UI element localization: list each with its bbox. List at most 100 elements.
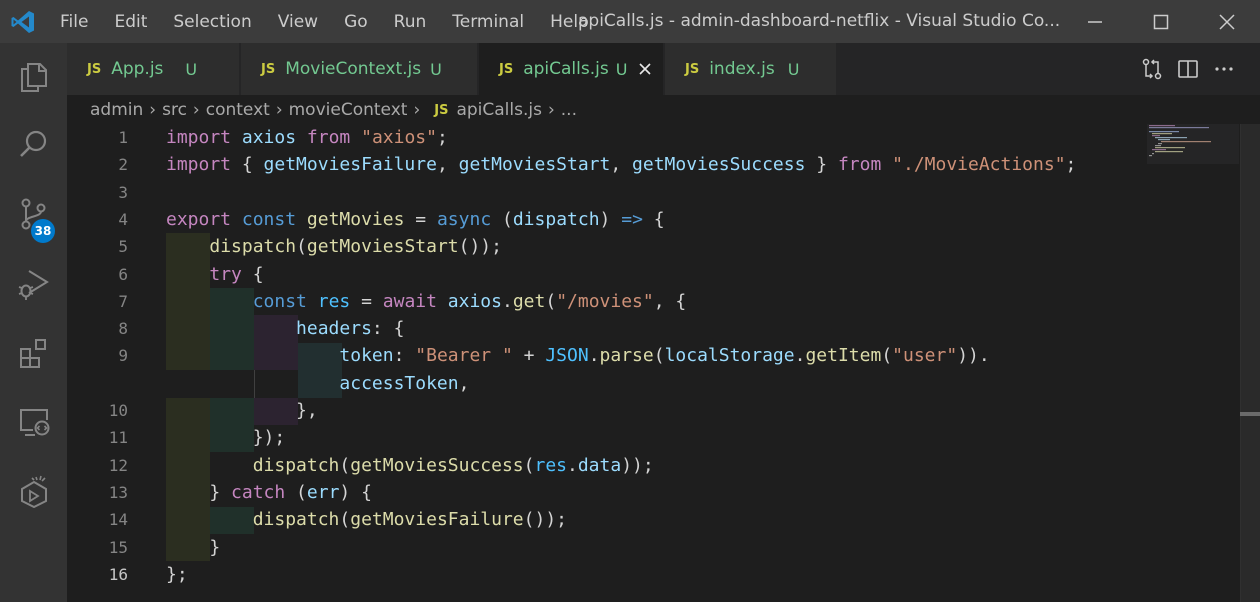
run-debug-icon (18, 270, 49, 300)
code-line: 11 }); (67, 424, 1207, 451)
chevron-right-icon: › (149, 100, 157, 120)
testing-button[interactable] (0, 459, 67, 523)
close-window-button[interactable] (1194, 0, 1260, 43)
code-line: 1 import axios from "axios"; (67, 124, 1207, 151)
breadcrumb-item[interactable]: movieContext (289, 100, 408, 120)
close-tab-icon[interactable] (637, 61, 653, 77)
line-number: 8 (118, 319, 128, 339)
line-number: 6 (118, 264, 128, 284)
chevron-right-icon: › (547, 100, 555, 120)
line-number: 3 (118, 182, 128, 202)
breadcrumb-file[interactable]: apiCalls.js (456, 100, 542, 120)
minimap[interactable] (1147, 124, 1239, 184)
menu-file[interactable]: File (47, 12, 101, 32)
breadcrumb-item[interactable]: context (206, 100, 270, 120)
code-line: 14 dispatch(getMoviesFailure()); (67, 506, 1207, 533)
js-file-icon: JS (499, 61, 514, 77)
vscode-logo-icon (11, 11, 34, 33)
menu-view[interactable]: View (265, 12, 331, 32)
tab-label: App.js (111, 59, 164, 79)
activity-bar: 38 (0, 43, 67, 602)
untracked-indicator: U (615, 59, 628, 79)
line-number: 5 (118, 237, 128, 257)
line-number: 13 (108, 482, 128, 502)
code-line: 2 import { getMoviesFailure, getMoviesSt… (67, 151, 1207, 178)
tab-apicalls-js[interactable]: JS apiCalls.js U (479, 43, 664, 95)
close-icon (1219, 13, 1235, 30)
code-line: 13 } catch (err) { (67, 479, 1207, 506)
code-line: 5 dispatch(getMoviesStart()); (67, 233, 1207, 260)
code-line: 3 (67, 179, 1207, 206)
tab-index-js[interactable]: JS index.js U (665, 43, 837, 95)
code-line: 8 headers: { (67, 315, 1207, 342)
explorer-icon (20, 63, 47, 92)
minimize-button[interactable] (1062, 0, 1128, 43)
window-title: apiCalls.js - admin-dashboard-netflix - … (578, 11, 1061, 31)
extensions-icon (19, 339, 46, 368)
code-line: 4 export const getMovies = async (dispat… (67, 206, 1207, 233)
extensions-button[interactable] (0, 321, 67, 385)
scrollbar-cursor-marker (1240, 412, 1260, 416)
line-number: 11 (108, 428, 128, 448)
chevron-right-icon: › (413, 100, 421, 120)
maximize-icon (1153, 14, 1169, 29)
tab-app-js[interactable]: JS App.js U (67, 43, 240, 95)
tab-bar: JS App.js U JS MovieContext.js U JS apiC… (67, 43, 1260, 95)
breadcrumb-item[interactable]: src (162, 100, 187, 120)
chevron-right-icon: › (275, 100, 283, 120)
line-number: 15 (108, 537, 128, 557)
editor-actions (1140, 56, 1236, 82)
line-number: 10 (108, 401, 128, 420)
more-actions-icon[interactable] (1212, 57, 1236, 81)
current-line-number: 16 (108, 564, 128, 584)
code-line: 15 } (67, 534, 1207, 561)
tab-label: index.js (709, 59, 775, 79)
run-debug-button[interactable] (0, 252, 67, 316)
js-file-icon: JS (685, 61, 700, 77)
code-line: 6 try { (67, 261, 1207, 288)
code-line: 12 dispatch(getMoviesSuccess(res.data)); (67, 452, 1207, 479)
tab-label: apiCalls.js (523, 59, 609, 79)
js-file-icon: JS (261, 61, 276, 77)
vertical-scrollbar[interactable] (1240, 124, 1260, 602)
menu-edit[interactable]: Edit (101, 12, 160, 32)
menu-run[interactable]: Run (381, 12, 440, 32)
line-number: 14 (108, 510, 128, 530)
minimize-icon (1088, 20, 1102, 23)
code-line-current: 16 }; (67, 561, 1207, 588)
maximize-button[interactable] (1128, 0, 1194, 43)
js-file-icon: JS (434, 102, 449, 118)
line-number: 12 (108, 455, 128, 475)
menu-selection[interactable]: Selection (160, 12, 264, 32)
open-changes-icon[interactable] (1140, 57, 1164, 81)
split-editor-icon[interactable] (1176, 57, 1200, 81)
menu-terminal[interactable]: Terminal (439, 12, 537, 32)
menu-go[interactable]: Go (331, 12, 381, 32)
chevron-right-icon: › (192, 100, 200, 120)
tab-moviecontext-js[interactable]: JS MovieContext.js U (241, 43, 478, 95)
search-button[interactable] (0, 113, 67, 177)
code-line: 7 const res = await axios.get("/movies",… (67, 288, 1207, 315)
source-control-badge: 38 (31, 219, 55, 243)
untracked-indicator: U (185, 59, 198, 79)
code-editor[interactable]: 1 import axios from "axios"; 2 import { … (67, 124, 1260, 602)
line-number: 4 (118, 209, 128, 229)
code-line-wrapped: accessToken, (339, 372, 470, 394)
explorer-button[interactable] (0, 45, 67, 109)
untracked-indicator: U (787, 59, 800, 79)
line-number: 9 (118, 346, 128, 366)
menu-bar: File Edit Selection View Go Run Terminal… (47, 0, 602, 43)
js-file-icon: JS (87, 61, 102, 77)
code-line: 10 }, (67, 397, 1207, 424)
untracked-indicator: U (430, 59, 442, 79)
breadcrumb-symbols[interactable]: ... (561, 100, 577, 120)
line-number: 7 (118, 291, 128, 311)
testing-icon (20, 475, 47, 508)
breadcrumb-item[interactable]: admin (90, 100, 143, 120)
line-number: 2 (118, 155, 128, 175)
breadcrumb: admin › src › context › movieContext › J… (90, 96, 577, 124)
code-line: 9 token: "Bearer " + JSON.parse(localSto… (67, 342, 1207, 369)
title-bar: File Edit Selection View Go Run Terminal… (0, 0, 1260, 43)
remote-explorer-icon (19, 409, 49, 436)
remote-explorer-button[interactable] (0, 390, 67, 454)
